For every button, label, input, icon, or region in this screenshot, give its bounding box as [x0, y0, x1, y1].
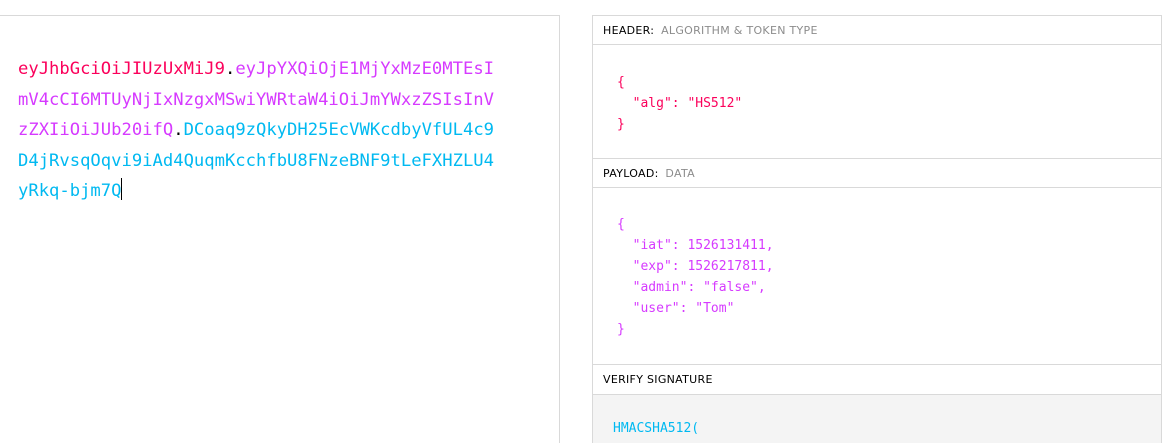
header-json-editor[interactable]: { "alg": "HS512"} [593, 45, 1161, 159]
verify-section-label: VERIFY SIGNATURE [603, 373, 713, 386]
decoded-token-panel: HEADER: ALGORITHM & TOKEN TYPE { "alg": … [592, 15, 1162, 443]
payload-section-label: PAYLOAD: [603, 167, 659, 180]
json-line: "exp": 1526217811, [617, 259, 774, 274]
verify-section-title: VERIFY SIGNATURE [593, 365, 1161, 395]
payload-json: { "iat": 1526131411, "exp": 1526217811, … [617, 214, 774, 340]
json-line: "iat": 1526131411, [617, 238, 774, 253]
jwt-debugger: eyJhbGciOiJIUzUxMiJ9.eyJpYXQiOjE1MjYxMzE… [0, 0, 1165, 443]
json-line: } [617, 322, 625, 337]
hmac-function-text: HMACSHA512( [613, 421, 700, 436]
header-section-title: HEADER: ALGORITHM & TOKEN TYPE [593, 16, 1161, 45]
json-line: "alg": "HS512" [617, 96, 743, 111]
json-line: "admin": "false", [617, 280, 766, 295]
text-caret [121, 178, 123, 200]
token-separator: . [173, 120, 184, 140]
payload-json-editor[interactable]: { "iat": 1526131411, "exp": 1526217811, … [593, 188, 1161, 365]
token-separator: . [224, 59, 236, 79]
json-line: } [617, 117, 625, 132]
token-header-segment: eyJhbGciOiJIUzUxMiJ9 [18, 59, 225, 79]
encoded-token-editor[interactable]: eyJhbGciOiJIUzUxMiJ9.eyJpYXQiOjE1MjYxMzE… [18, 54, 498, 207]
header-section-subtitle: ALGORITHM & TOKEN TYPE [661, 24, 818, 37]
json-line: { [617, 217, 625, 232]
header-json: { "alg": "HS512"} [617, 72, 742, 135]
verify-signature-body: HMACSHA512( [593, 395, 1161, 443]
payload-section-title: PAYLOAD: DATA [593, 159, 1161, 188]
header-section-label: HEADER: [603, 24, 655, 37]
json-line: "user": "Tom" [617, 301, 735, 316]
json-line: { [617, 75, 625, 90]
encoded-token-panel[interactable]: eyJhbGciOiJIUzUxMiJ9.eyJpYXQiOjE1MjYxMzE… [0, 15, 560, 443]
payload-section-subtitle: DATA [665, 167, 695, 180]
